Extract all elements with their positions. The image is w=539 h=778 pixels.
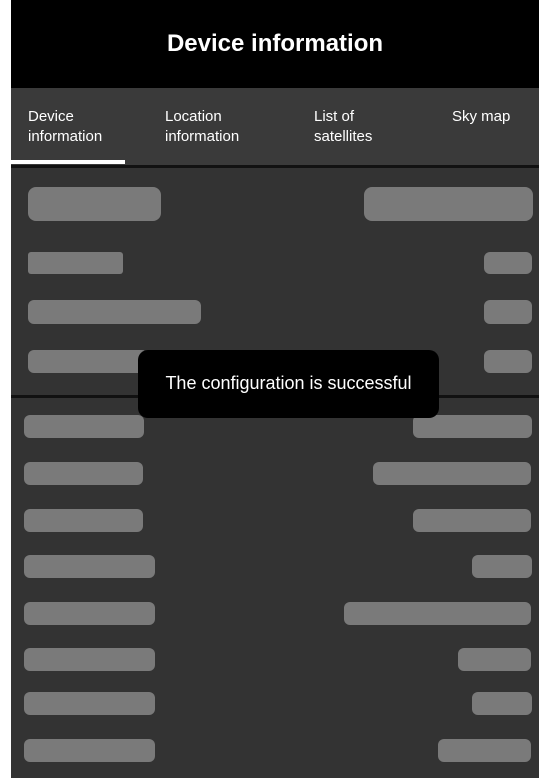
page-title: Device information <box>166 30 384 57</box>
placeholder-label <box>28 300 201 324</box>
placeholder-value <box>364 187 533 221</box>
tab-bar: Device information Location information … <box>11 88 539 165</box>
placeholder-value <box>413 509 531 532</box>
placeholder-label <box>24 648 155 671</box>
placeholder-label <box>24 555 155 578</box>
placeholder-label <box>28 252 123 274</box>
placeholder-label <box>28 187 161 221</box>
tab-device-information[interactable]: Device information <box>28 107 138 147</box>
placeholder-value <box>458 648 531 671</box>
placeholder-value <box>344 602 531 625</box>
placeholder-label <box>24 415 144 438</box>
placeholder-value <box>472 692 532 715</box>
tab-list-of-satellites[interactable]: List of satellites <box>314 107 414 147</box>
placeholder-value <box>438 739 531 762</box>
placeholder-value <box>413 415 532 438</box>
placeholder-value <box>484 350 532 373</box>
placeholder-value <box>373 462 531 485</box>
placeholder-label <box>24 602 155 625</box>
title-bar: Device information <box>11 0 539 88</box>
placeholder-label <box>28 350 148 373</box>
placeholder-value <box>484 300 532 324</box>
tab-divider <box>11 165 539 168</box>
placeholder-label <box>24 739 155 762</box>
success-toast: The configuration is successful <box>138 350 439 418</box>
placeholder-value <box>472 555 532 578</box>
tab-location-information[interactable]: Location information <box>165 107 275 147</box>
placeholder-label <box>24 462 143 485</box>
device-info-screen: Device information Device information Lo… <box>11 0 539 778</box>
placeholder-value <box>484 252 532 274</box>
placeholder-label <box>24 692 155 715</box>
placeholder-label <box>24 509 143 532</box>
active-tab-indicator <box>11 160 125 164</box>
tab-sky-map[interactable]: Sky map <box>452 107 532 127</box>
